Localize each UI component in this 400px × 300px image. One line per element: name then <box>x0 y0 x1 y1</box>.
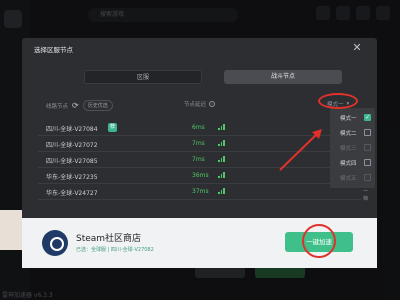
mode-selector[interactable]: 模式一 ▾ <box>327 100 349 108</box>
node-name: 四川-全球-V27084 <box>46 126 98 133</box>
mode-option: 模式三 <box>330 140 375 155</box>
node-latency: 36ms <box>192 172 209 179</box>
tab-server[interactable]: 区服 <box>84 70 202 84</box>
chevron-down-icon: ▾ <box>346 101 350 107</box>
list-item[interactable]: 四川-全球-V27072 7ms <box>38 136 361 152</box>
node-name: 四川-全球-V27085 <box>46 158 98 165</box>
sort-chip[interactable]: 历史优选 <box>82 100 113 111</box>
column-latency: 节点延迟 i <box>184 100 216 108</box>
dialog-tabs: 区服 战斗节点 <box>84 70 342 84</box>
node-latency: 7ms <box>192 140 205 147</box>
node-latency: 37ms <box>192 188 209 195</box>
bg-left-card <box>0 210 22 250</box>
mode-option-label: 模式二 <box>340 130 357 137</box>
refresh-icon[interactable]: ⟳ <box>72 101 79 110</box>
signal-icon <box>218 172 225 178</box>
tab-battle-node[interactable]: 战斗节点 <box>224 70 342 84</box>
node-list: 四川-全球-V27084 荐 6ms 四川-全球-V27072 7ms 四川-全… <box>38 120 368 202</box>
checkbox-icon[interactable] <box>364 129 371 136</box>
dialog-title: 选择区服节点 <box>34 46 73 54</box>
list-item[interactable]: 华东-全球-V27235 36ms <box>38 168 361 184</box>
mode-option-label: 模式一 <box>340 115 357 122</box>
mode-selector-label: 模式一 <box>327 102 344 108</box>
mode-option[interactable]: 模式四 <box>330 155 375 170</box>
mode-option-label: 模式四 <box>340 160 357 167</box>
mode-option[interactable]: 模式一 ✓ <box>330 110 375 125</box>
checkbox-icon <box>364 144 371 151</box>
node-latency: 7ms <box>192 156 205 163</box>
node-name: 华东-全球-V27235 <box>46 174 98 181</box>
list-item[interactable]: 四川-全球-V27084 荐 6ms <box>38 120 361 136</box>
steam-icon <box>42 230 68 256</box>
signal-icon <box>218 140 225 146</box>
mode-dropdown: 模式一 ✓ 模式二 模式三 模式四 模式五 <box>330 108 375 188</box>
column-header: 线路节点 ⟳ 历史优选 节点延迟 i 模式一 ▾ <box>22 100 377 112</box>
game-bar: Steam社区商店 已选：全球服 | 四川-全球-V27082 一键加速 <box>22 218 377 268</box>
recommend-badge: 荐 <box>108 123 117 132</box>
list-item[interactable]: 四川-全球-V27085 7ms <box>38 152 361 168</box>
list-item[interactable]: 华东-全球-V24727 37ms 一档 <box>38 184 368 202</box>
game-name: Steam社区商店 <box>76 234 142 244</box>
game-selected-node: 已选：全球服 | 四川-全球-V27082 <box>76 247 154 253</box>
mode-option-label: 模式三 <box>340 145 357 152</box>
column-node-label: 线路节点 <box>46 103 69 110</box>
signal-icon <box>218 188 225 194</box>
checkbox-icon[interactable] <box>364 159 371 166</box>
tier-label: 一档 <box>363 189 369 202</box>
accelerate-button[interactable]: 一键加速 <box>285 232 353 252</box>
checkbox-icon <box>364 174 371 181</box>
signal-icon <box>218 156 225 162</box>
mode-option: 模式五 <box>330 170 375 185</box>
node-name: 华东-全球-V24727 <box>46 190 98 197</box>
mode-option-label: 模式五 <box>340 175 357 182</box>
info-icon[interactable]: i <box>209 101 216 107</box>
close-icon[interactable]: ✕ <box>351 42 363 54</box>
checkbox-icon[interactable]: ✓ <box>364 114 371 121</box>
dialog-header: 选择区服节点 <box>22 38 377 60</box>
mode-option[interactable]: 模式二 <box>330 125 375 140</box>
signal-icon <box>218 124 225 130</box>
column-node: 线路节点 ⟳ 历史优选 <box>46 100 113 111</box>
column-latency-label: 节点延迟 <box>184 102 207 108</box>
node-name: 四川-全球-V27072 <box>46 142 98 149</box>
node-latency: 6ms <box>192 124 205 131</box>
